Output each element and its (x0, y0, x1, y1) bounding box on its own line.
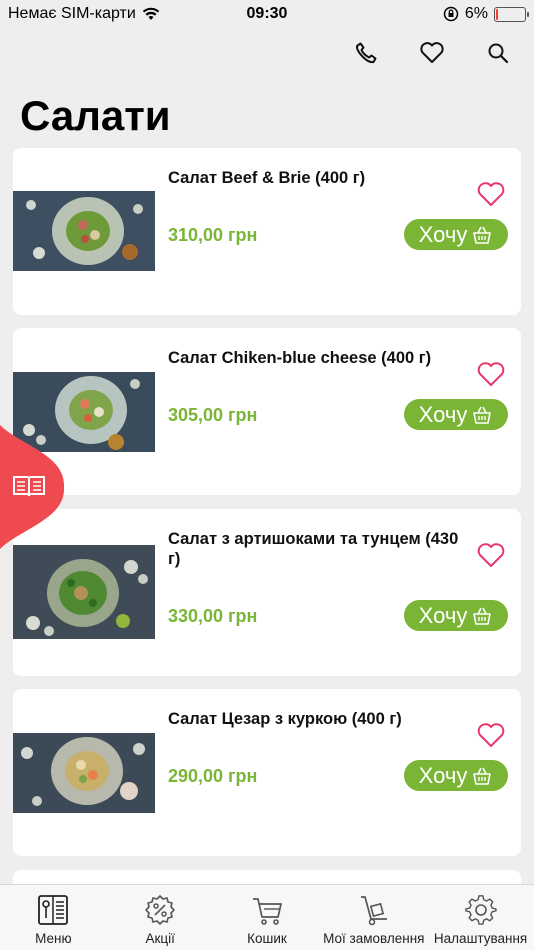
phone-icon (355, 42, 377, 64)
top-actions (352, 38, 512, 68)
tab-cart-label: Кошик (247, 931, 287, 946)
product-name: Салат з артишоками та тунцем (430 г) (168, 530, 459, 568)
cart-icon (252, 898, 282, 925)
product-card[interactable]: Салат Chiken-blue cheese (400 г) 305,00 … (13, 328, 521, 495)
basket-icon (473, 767, 492, 785)
orders-dolly-icon (360, 896, 387, 926)
tab-menu-label: Меню (35, 931, 72, 946)
phone-button[interactable] (352, 38, 380, 68)
product-name: Салат Цезар з куркою (400 г) (168, 710, 402, 728)
settings-gear-icon (464, 895, 497, 925)
product-photo (13, 733, 155, 813)
tab-orders[interactable]: Мої замовлення (320, 885, 427, 950)
want-button-label: Хочу (418, 602, 468, 628)
heart-outline-icon[interactable] (476, 360, 506, 388)
product-price: 290,00 грн (168, 766, 258, 786)
heart-outline-icon[interactable] (476, 721, 506, 749)
rotation-lock-icon (443, 6, 459, 22)
want-button[interactable]: Хочу (404, 600, 508, 631)
want-button-label: Хочу (418, 221, 468, 247)
product-name: Салат Chiken-blue cheese (400 г) (168, 349, 432, 367)
tab-cart[interactable]: Кошик (214, 885, 321, 950)
product-price: 310,00 грн (168, 225, 258, 245)
tab-orders-label: Мої замовлення (323, 931, 425, 946)
product-card[interactable]: Салат з артишоками та тунцем (430 г) 330… (13, 509, 521, 676)
want-button[interactable]: Хочу (404, 760, 508, 791)
battery-percent: 6% (464, 5, 488, 22)
menu-flag-button[interactable] (0, 425, 66, 549)
product-price: 305,00 грн (168, 405, 258, 425)
battery-icon (494, 6, 529, 22)
tab-promotions[interactable]: Акції (107, 885, 214, 950)
tab-settings[interactable]: Налаштування (427, 885, 534, 950)
search-button[interactable] (484, 38, 512, 68)
tab-promotions-label: Акції (145, 931, 175, 946)
product-card[interactable]: Салат Beef & Brie (400 г) 310,00 грн Хоч… (13, 148, 521, 315)
favorites-button[interactable] (418, 38, 446, 68)
want-button-label: Хочу (418, 401, 468, 427)
discount-gear-icon (145, 895, 175, 925)
product-name: Салат Beef & Brie (400 г) (168, 169, 366, 187)
status-right: 6% (443, 5, 529, 23)
heart-outline-icon[interactable] (476, 180, 506, 208)
basket-icon (473, 226, 492, 244)
heart-icon (420, 42, 444, 63)
heart-outline-icon[interactable] (476, 541, 506, 569)
product-photo (13, 545, 155, 639)
battery-fill (496, 8, 498, 20)
status-bar: Немає SIM-карти 09:30 6% (0, 0, 534, 28)
product-photo (13, 191, 155, 271)
want-button[interactable]: Хочу (404, 219, 508, 250)
page-title: Салати (20, 92, 171, 139)
product-card[interactable]: Салат Цезар з куркою (400 г) 290,00 грн … (13, 689, 521, 856)
tab-menu[interactable]: Меню (0, 885, 107, 950)
want-button-label: Хочу (418, 762, 468, 788)
menu-book-icon (38, 895, 69, 925)
basket-icon (473, 406, 492, 424)
search-icon (488, 43, 509, 64)
tab-bar: Меню Акції Кошик Мої замовлення Налаштув… (0, 884, 534, 950)
product-price: 330,00 грн (168, 606, 258, 626)
open-book-icon (13, 476, 45, 497)
want-button[interactable]: Хочу (404, 399, 508, 430)
basket-icon (473, 607, 492, 625)
tab-settings-label: Налаштування (433, 931, 528, 946)
